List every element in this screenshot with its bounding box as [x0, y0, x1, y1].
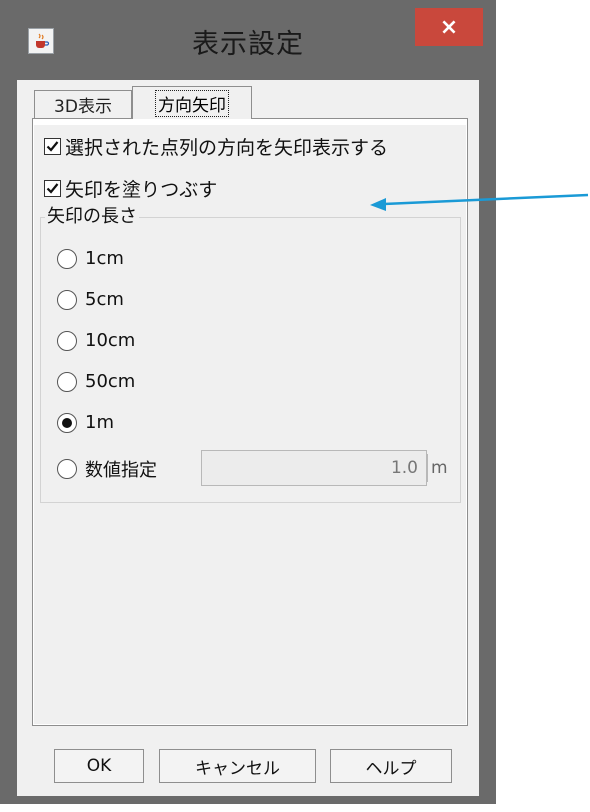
fill-arrow-checkbox[interactable]	[44, 180, 61, 197]
close-icon: ×	[439, 14, 459, 40]
custom-length-input[interactable]: 1.0	[201, 450, 427, 486]
tab-label: 方向矢印	[155, 89, 229, 117]
radio-label: 1cm	[85, 248, 124, 269]
show-direction-label: 選択された点列の方向を矢印表示する	[65, 137, 389, 159]
tab-3d-display[interactable]: 3D表示	[34, 90, 132, 118]
length-option-50cm[interactable]: 50cm	[57, 371, 135, 392]
arrow-length-group: 矢印の長さ 1cm 5cm 10cm 50cm 1m 数値指定 1.0 m	[40, 202, 461, 503]
close-button[interactable]: ×	[415, 8, 483, 46]
help-button[interactable]: ヘルプ	[330, 749, 452, 783]
length-option-custom[interactable]: 数値指定	[57, 456, 157, 482]
radio-label: 1m	[85, 412, 114, 433]
show-direction-option[interactable]: 選択された点列の方向を矢印表示する	[44, 133, 388, 160]
radio-button[interactable]	[57, 248, 77, 269]
unit-divider	[427, 454, 428, 482]
radio-label: 50cm	[85, 371, 136, 392]
cancel-button[interactable]: キャンセル	[159, 749, 316, 783]
radio-button-selected[interactable]	[57, 412, 77, 433]
length-option-5cm[interactable]: 5cm	[57, 289, 124, 310]
radio-button[interactable]	[57, 459, 77, 479]
arrow-length-group-label: 矢印の長さ	[45, 202, 139, 228]
show-direction-checkbox[interactable]	[44, 138, 61, 155]
tab-direction-arrow[interactable]: 方向矢印	[132, 86, 252, 119]
length-option-1m[interactable]: 1m	[57, 412, 114, 433]
radio-button[interactable]	[57, 330, 77, 351]
radio-button[interactable]	[57, 289, 77, 310]
tab-panel-body: 選択された点列の方向を矢印表示する 矢印を塗りつぶす 矢印の長さ 1cm 5cm…	[34, 125, 466, 724]
tab-label: 3D表示	[54, 97, 112, 117]
dialog-content: 3D表示 方向矢印 選択された点列の方向を矢印表示する 矢印を塗りつぶす 矢印の…	[17, 80, 479, 796]
custom-length-unit: m	[431, 458, 448, 478]
fill-arrow-label: 矢印を塗りつぶす	[65, 179, 218, 201]
length-option-1cm[interactable]: 1cm	[57, 248, 124, 269]
title-bar[interactable]: 表示設定 ×	[0, 0, 496, 84]
radio-label: 5cm	[85, 289, 124, 310]
fill-arrow-option[interactable]: 矢印を塗りつぶす	[44, 175, 217, 202]
checkmark-icon	[46, 183, 59, 194]
tab-panel: 選択された点列の方向を矢印表示する 矢印を塗りつぶす 矢印の長さ 1cm 5cm…	[32, 118, 468, 726]
length-option-10cm[interactable]: 10cm	[57, 330, 135, 351]
checkmark-icon	[46, 141, 59, 152]
radio-selected-dot	[62, 417, 72, 428]
ok-button[interactable]: OK	[54, 749, 144, 783]
radio-button[interactable]	[57, 371, 77, 392]
radio-label: 10cm	[85, 330, 136, 351]
dialog-window: 表示設定 × 3D表示 方向矢印 選択された点列の方向を矢印表示する 矢印を塗り…	[0, 0, 496, 804]
radio-label: 数値指定	[85, 460, 157, 481]
